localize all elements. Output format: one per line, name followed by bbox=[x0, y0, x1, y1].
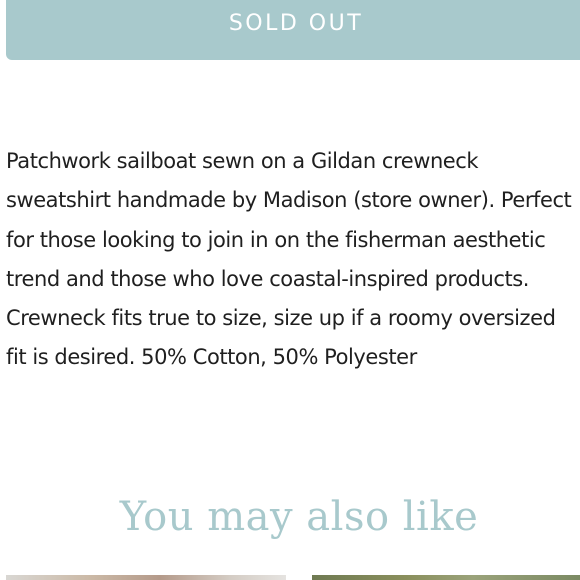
sold-out-button[interactable]: SOLD OUT bbox=[6, 0, 580, 60]
recommended-product-card-image[interactable] bbox=[312, 575, 580, 580]
product-description: Patchwork sailboat sewn on a Gildan crew… bbox=[6, 149, 572, 370]
recommended-product-card-image[interactable] bbox=[6, 575, 286, 580]
you-may-also-like-heading: You may also like bbox=[119, 494, 479, 540]
